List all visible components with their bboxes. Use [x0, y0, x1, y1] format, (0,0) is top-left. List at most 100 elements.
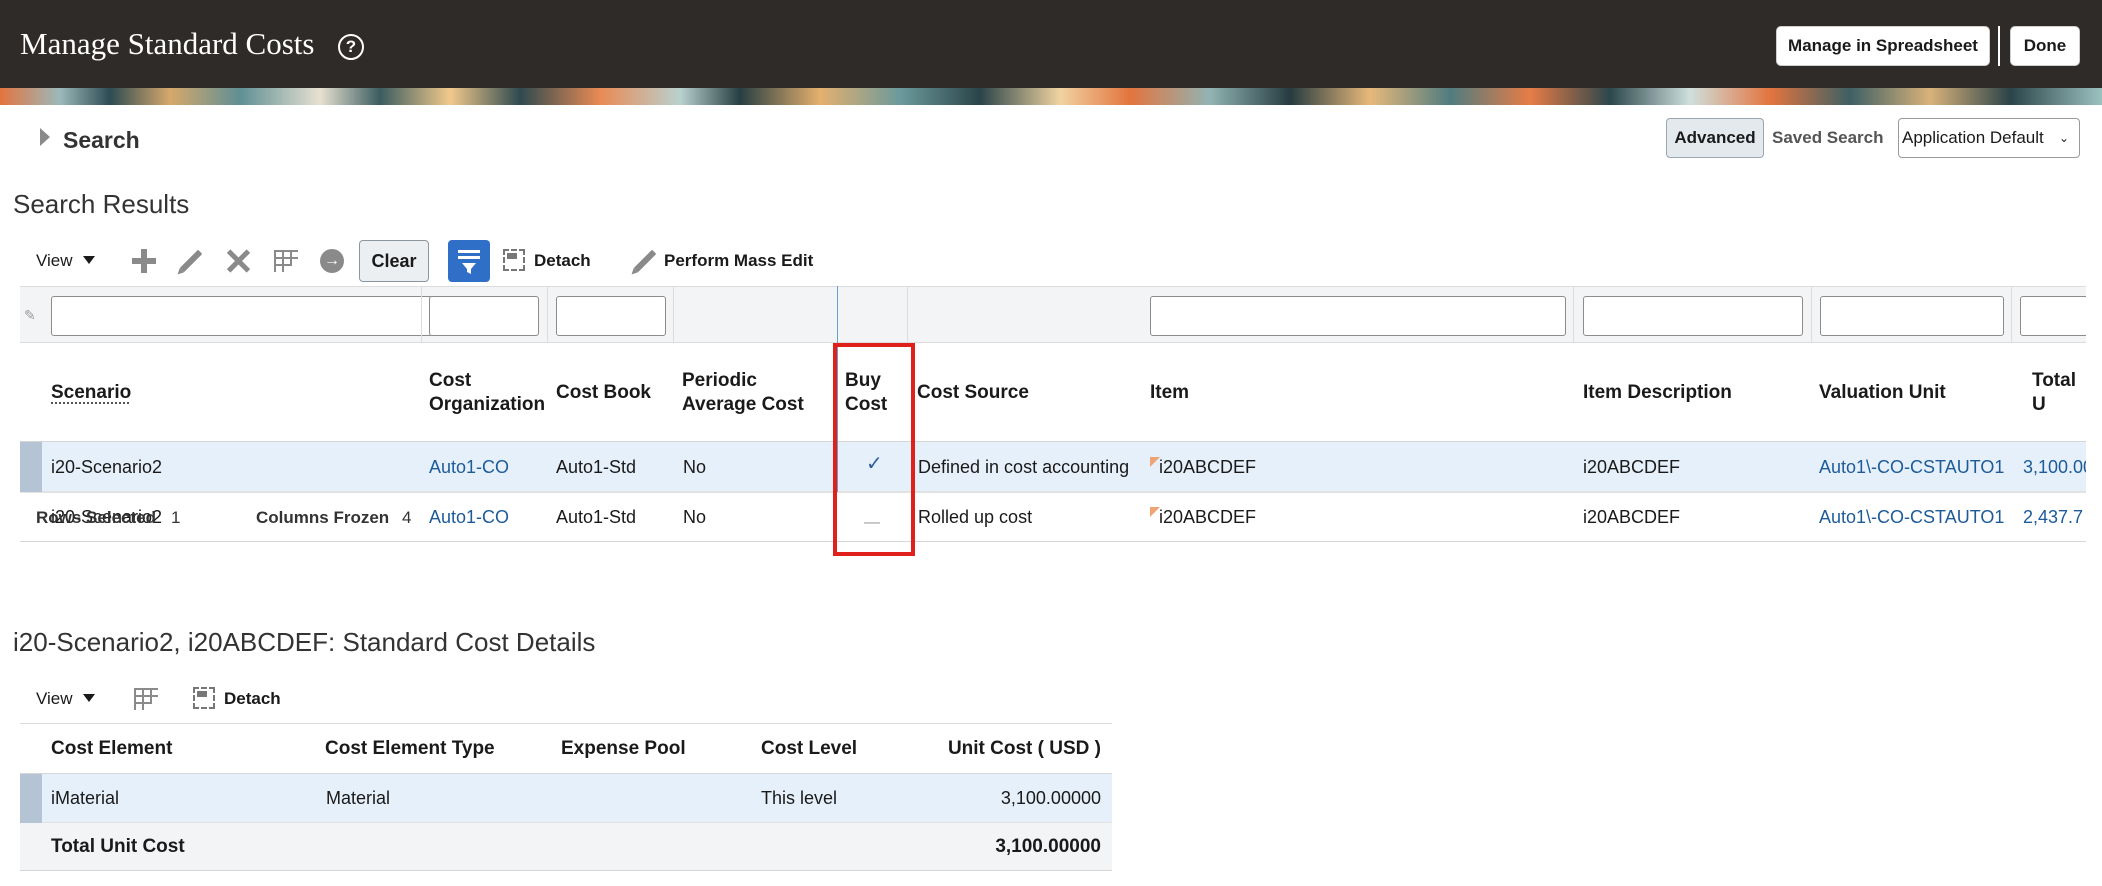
freeze-columns-icon[interactable] — [274, 250, 298, 272]
header-line: Organization — [429, 393, 546, 415]
column-header-expense-pool[interactable]: Expense Pool — [561, 724, 686, 773]
cost-book-filter-input[interactable] — [556, 296, 666, 336]
table-row[interactable]: i20-Scenario2 Auto1-CO Auto1-Std No ✓ De… — [20, 442, 2086, 492]
rows-selected-label: Rows Selected — [36, 508, 156, 527]
item-description-cell: i20ABCDEF — [1583, 456, 1681, 477]
saved-search-select[interactable]: Application Default ⌄ — [1898, 118, 2080, 158]
header-divider — [1998, 26, 2000, 66]
expand-triangle-icon[interactable] — [40, 128, 50, 146]
columns-frozen-value: 4 — [402, 508, 412, 527]
cost-details-table: Cost Element Cost Element Type Expense P… — [20, 723, 1112, 871]
cost-element-cell: iMaterial — [51, 787, 120, 808]
item-cell: i20ABCDEF — [1150, 442, 1256, 492]
caret-down-icon — [82, 256, 95, 264]
details-detach-button[interactable]: Detach — [224, 689, 281, 709]
cost-level-cell: This level — [761, 787, 838, 808]
caret-down-icon — [82, 694, 95, 702]
cost-book-cell: Auto1-Std — [556, 456, 637, 477]
view-menu-label: View — [36, 689, 73, 708]
search-results-table: ✎ Scenario Cost Organization Cost Book Pe… — [20, 286, 2086, 542]
column-header-cost-book[interactable]: Cost Book — [556, 343, 651, 442]
buy-cost-highlight-box — [833, 343, 915, 556]
column-header-cost-element[interactable]: Cost Element — [51, 724, 172, 773]
column-header-item[interactable]: Item — [1150, 343, 1189, 442]
column-header-cost-source[interactable]: Cost Source — [917, 343, 1029, 442]
cost-source-cell: Defined in cost accounting — [918, 456, 1130, 477]
view-menu-label: View — [36, 251, 73, 270]
perform-mass-edit-button[interactable]: Perform Mass Edit — [664, 251, 813, 271]
saved-search-label: Saved Search — [1772, 128, 1884, 147]
filter-pencil-icon: ✎ — [24, 307, 36, 323]
item-value: i20ABCDEF — [1159, 456, 1257, 477]
column-divider — [2011, 287, 2012, 344]
column-divider — [1573, 287, 1574, 344]
item-filter-input[interactable] — [1150, 296, 1566, 336]
valuation-unit-filter-input[interactable] — [1820, 296, 2004, 336]
header-line: Periodic — [682, 369, 757, 391]
column-divider — [547, 287, 548, 344]
column-header-cost-level[interactable]: Cost Level — [761, 724, 857, 773]
scenario-cell: i20-Scenario2 — [51, 456, 163, 477]
chevron-down-icon: ⌄ — [2058, 131, 2069, 145]
manage-in-spreadsheet-button[interactable]: Manage in Spreadsheet — [1776, 26, 1990, 66]
column-header-valuation-unit[interactable]: Valuation Unit — [1819, 343, 1946, 442]
total-unit-cost-link[interactable]: 3,100.00 — [2023, 442, 2086, 492]
cost-element-type-cell: Material — [326, 787, 391, 808]
search-results-title: Search Results — [13, 189, 190, 219]
item-description-filter-input[interactable] — [1583, 296, 1803, 336]
column-header-cost-organization[interactable]: Cost Organization — [429, 343, 545, 442]
column-divider — [421, 287, 422, 344]
columns-frozen-label: Columns Frozen — [256, 508, 390, 527]
add-icon[interactable] — [132, 249, 156, 273]
filter-row: ✎ — [20, 286, 2086, 344]
column-header-periodic-average-cost[interactable]: Periodic Average Cost — [682, 343, 804, 442]
unit-cost-cell: 3,100.00000 — [1000, 787, 1101, 808]
details-title: i20-Scenario2, i20ABCDEF: Standard Cost … — [13, 627, 596, 657]
detach-icon[interactable] — [503, 249, 525, 271]
mass-edit-pencil-icon — [633, 249, 657, 273]
scenario-filter-input[interactable] — [51, 296, 433, 336]
valuation-unit-link[interactable]: Auto1\-CO-CSTAUTO1 — [1819, 442, 2004, 492]
total-unit-cost-label: Total Unit Cost — [51, 835, 185, 857]
decorative-banner — [0, 88, 2102, 105]
details-view-menu[interactable]: View — [36, 689, 95, 709]
table-header-row: Cost Element Cost Element Type Expense P… — [20, 724, 1112, 774]
advanced-search-button[interactable]: Advanced — [1666, 118, 1764, 158]
total-unit-cost-value: 3,100.00000 — [995, 835, 1101, 857]
freeze-columns-icon[interactable] — [134, 688, 158, 710]
column-header-scenario[interactable]: Scenario — [51, 343, 131, 442]
page-header: Manage Standard Costs ? Manage in Spread… — [0, 0, 2102, 88]
column-divider — [1811, 287, 1812, 344]
column-header-cost-element-type[interactable]: Cost Element Type — [325, 724, 495, 773]
help-icon[interactable]: ? — [338, 34, 364, 60]
header-line: Average Cost — [682, 393, 804, 415]
row-selection-indicator[interactable] — [20, 774, 42, 823]
total-row: Total Unit Cost 3,100.00000 — [20, 823, 1112, 871]
go-arrow-icon[interactable]: → — [320, 249, 344, 273]
detach-icon[interactable] — [193, 687, 215, 709]
row-selection-indicator[interactable] — [20, 442, 42, 492]
detach-button[interactable]: Detach — [534, 251, 591, 271]
view-menu[interactable]: View — [36, 251, 95, 271]
column-divider — [907, 287, 908, 344]
page-title: Manage Standard Costs — [20, 26, 315, 61]
periodic-average-cost-cell: No — [683, 456, 707, 477]
total-unit-cost-filter-input[interactable] — [2020, 296, 2086, 336]
column-header-item-description[interactable]: Item Description — [1583, 343, 1732, 442]
rows-selected-value: 1 — [171, 508, 181, 527]
cost-organization-link[interactable]: Auto1-CO — [429, 442, 509, 492]
done-button[interactable]: Done — [2010, 26, 2080, 66]
delete-icon[interactable] — [226, 249, 250, 273]
header-line: Cost — [429, 369, 472, 391]
cost-organization-filter-input[interactable] — [429, 296, 539, 336]
table-header-row: Scenario Cost Organization Cost Book Peri… — [20, 343, 2086, 442]
column-header-total-unit-cost[interactable]: Total U — [2032, 343, 2086, 442]
table-status-bar: Rows Selected 1 Columns Frozen 4 — [20, 492, 2086, 541]
saved-search-value: Application Default — [1902, 128, 2044, 147]
edit-icon[interactable] — [179, 249, 203, 273]
clear-button[interactable]: Clear — [359, 240, 429, 282]
query-by-example-button[interactable] — [448, 240, 490, 282]
column-header-unit-cost[interactable]: Unit Cost ( USD ) — [948, 724, 1101, 773]
table-row[interactable]: iMaterial Material This level 3,100.0000… — [20, 774, 1112, 823]
search-section-label[interactable]: Search — [63, 127, 140, 154]
